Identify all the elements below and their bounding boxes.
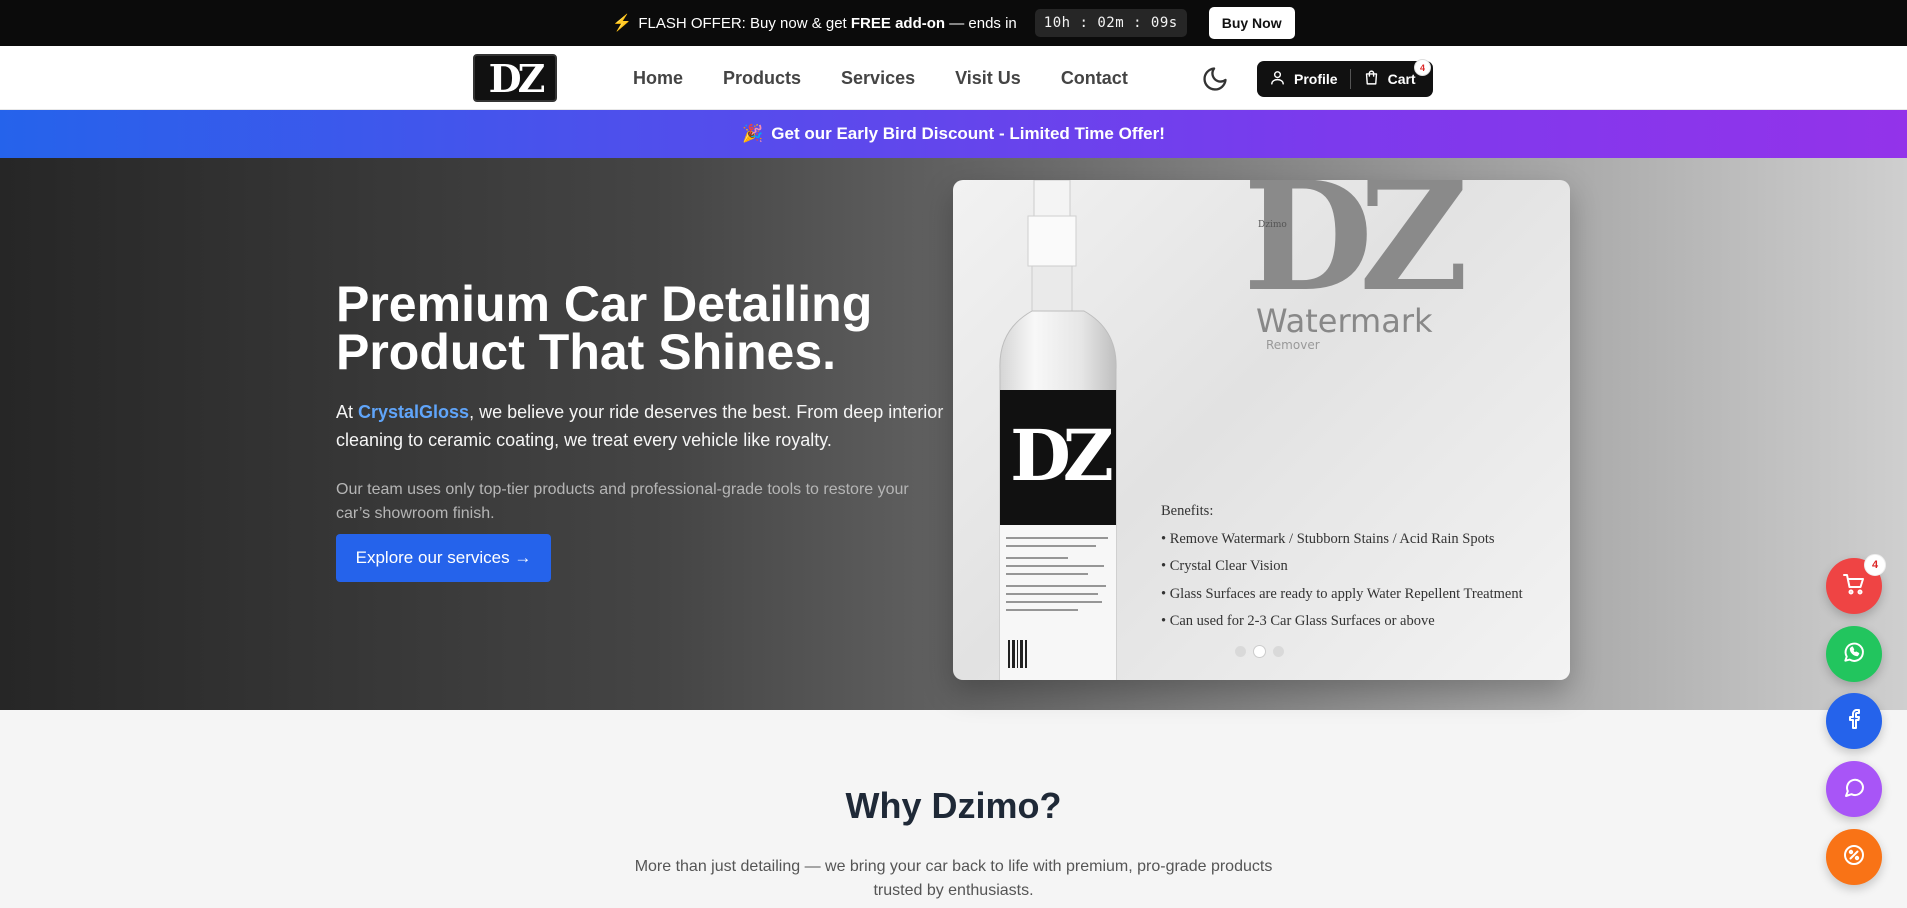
lightning-icon: ⚡ xyxy=(612,15,633,32)
brand-watermark-logo: DZ xyxy=(1243,180,1469,325)
benefit-item: • Can used for 2-3 Car Glass Surfaces or… xyxy=(1161,613,1435,629)
maker-label: Dzimo xyxy=(1258,220,1287,230)
main-nav: Home Products Services Visit Us Contact xyxy=(633,46,1128,110)
navbar: DZ Home Products Services Visit Us Conta… xyxy=(0,46,1907,110)
product-name: Watermark xyxy=(1256,302,1433,340)
shopping-bag-icon xyxy=(1363,69,1380,89)
whatsapp-fab[interactable] xyxy=(1826,626,1882,682)
cart-fab[interactable]: 4 xyxy=(1826,554,1886,614)
hero-title: Premium Car Detailing Product That Shine… xyxy=(336,276,873,380)
account-pill: Profile Cart 4 xyxy=(1257,59,1433,97)
carousel-dot-1[interactable] xyxy=(1235,646,1246,657)
cart-label: Cart xyxy=(1387,71,1416,87)
chat-icon xyxy=(1842,775,1866,804)
discount-icon xyxy=(1842,843,1866,872)
hero-description: At CrystalGloss, we believe your ride de… xyxy=(336,402,944,450)
whatsapp-icon xyxy=(1841,639,1867,670)
facebook-fab[interactable] xyxy=(1826,693,1882,749)
party-popper-icon: 🎉 xyxy=(742,124,764,143)
site-logo[interactable]: DZ xyxy=(473,54,557,102)
hero-subtext: Our team uses only top-tier products and… xyxy=(336,481,909,522)
benefit-item: • Remove Watermark / Stubborn Stains / A… xyxy=(1161,530,1495,547)
fab-cart-badge: 4 xyxy=(1864,554,1886,576)
nav-link-products[interactable]: Products xyxy=(723,68,801,89)
promo-text: Get our Early Bird Discount - Limited Ti… xyxy=(771,124,1165,143)
user-icon xyxy=(1269,69,1286,89)
nav-link-visit-us[interactable]: Visit Us xyxy=(955,68,1021,89)
profile-label: Profile xyxy=(1294,71,1338,87)
nav-link-home[interactable]: Home xyxy=(633,68,683,89)
promo-banner[interactable]: 🎉 Get our Early Bird Discount - Limited … xyxy=(0,110,1907,158)
why-section-subtitle: More than just detailing — we bring your… xyxy=(634,858,1273,899)
buy-now-button[interactable]: Buy Now xyxy=(1208,7,1295,39)
product-carousel[interactable]: DZ DZ Dzimo Watermark Remover Benefits: … xyxy=(953,180,1570,680)
profile-button[interactable]: Profile xyxy=(1257,61,1350,97)
product-bottle-image: DZ xyxy=(999,180,1120,680)
explore-services-button[interactable]: Explore our services → xyxy=(336,534,551,582)
brand-name: CrystalGloss xyxy=(358,402,470,422)
flash-offer-bar: ⚡ FLASH OFFER: Buy now & get FREE add-on… xyxy=(0,0,1907,46)
discount-fab[interactable] xyxy=(1826,829,1882,885)
product-name-sub: Remover xyxy=(1266,338,1320,352)
carousel-dot-2[interactable] xyxy=(1254,646,1265,657)
benefits-title: Benefits: xyxy=(1161,503,1214,519)
nav-link-services[interactable]: Services xyxy=(841,68,915,89)
countdown-timer: 10h : 02m : 09s xyxy=(1034,9,1187,37)
moon-icon[interactable] xyxy=(1201,65,1229,93)
why-section-title: Why Dzimo? xyxy=(845,785,1062,826)
cart-count-badge: 4 xyxy=(1414,59,1431,76)
carousel-dots xyxy=(1235,646,1284,657)
svg-text:DZ: DZ xyxy=(1010,414,1112,497)
hero-section: Premium Car Detailing Product That Shine… xyxy=(0,158,1907,710)
benefits-list: Benefits: • Remove Watermark / Stubborn … xyxy=(1161,498,1523,636)
nav-link-contact[interactable]: Contact xyxy=(1061,68,1128,89)
benefit-item: • Crystal Clear Vision xyxy=(1161,558,1288,574)
carousel-dot-3[interactable] xyxy=(1273,646,1284,657)
cart-icon xyxy=(1842,572,1866,601)
facebook-icon xyxy=(1842,707,1866,736)
chat-fab[interactable] xyxy=(1826,761,1882,817)
benefit-item: • Glass Surfaces are ready to apply Wate… xyxy=(1161,585,1523,602)
flash-offer-text: FLASH OFFER: Buy now & get FREE add-on —… xyxy=(638,14,1017,32)
